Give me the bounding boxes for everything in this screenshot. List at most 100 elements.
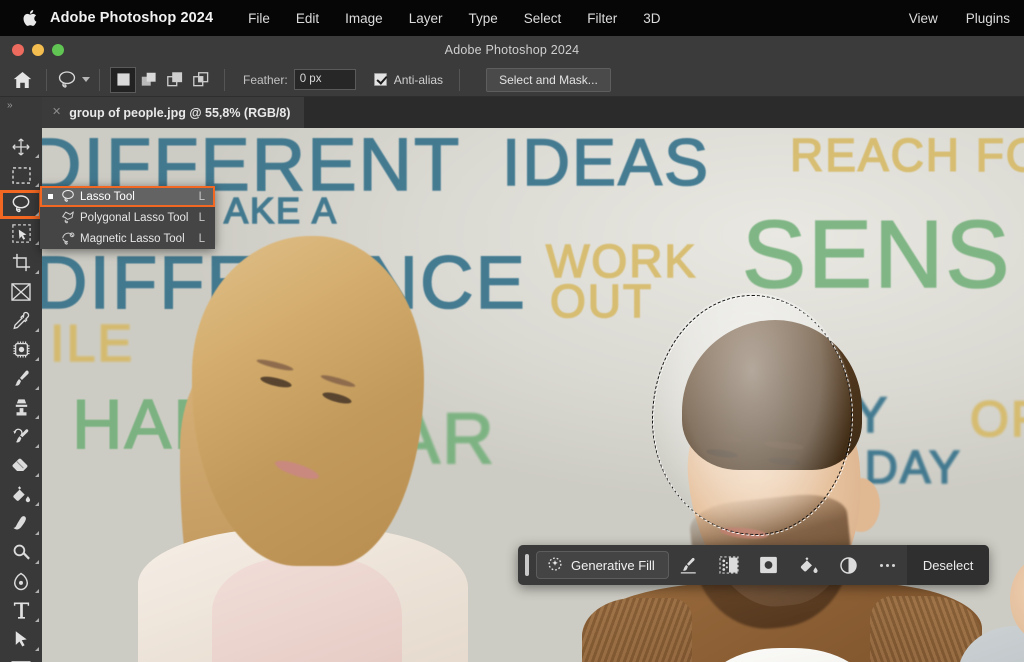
tool-flyout-indicator[interactable] (35, 440, 39, 448)
home-icon[interactable] (0, 71, 44, 89)
tool-flyout-indicator[interactable] (35, 179, 39, 187)
add-to-selection-button[interactable] (136, 67, 162, 93)
rectangle-tool[interactable] (0, 654, 42, 662)
active-tool-preset[interactable] (49, 67, 97, 93)
flyout-item-magnetic-lasso-tool[interactable]: Magnetic Lasso Tool L (40, 228, 215, 249)
feather-input[interactable]: 0 px (294, 69, 356, 90)
selection-mode-group (110, 67, 214, 93)
spot-healing-brush-tool[interactable] (0, 335, 42, 364)
history-brush-tool[interactable] (0, 422, 42, 451)
menu-view[interactable]: View (895, 11, 952, 26)
tool-flyout-indicator[interactable] (35, 643, 39, 651)
menu-plugins[interactable]: Plugins (952, 11, 1024, 26)
blur-tool[interactable] (0, 509, 42, 538)
generative-fill-label: Generative Fill (571, 558, 655, 573)
generative-fill-button[interactable]: Generative Fill (536, 551, 669, 579)
traffic-light-controls (12, 36, 64, 63)
tool-flyout-indicator[interactable] (35, 208, 39, 216)
wall-text-brilliant: ILE (50, 314, 134, 374)
pen-tool[interactable] (0, 567, 42, 596)
eraser-tool[interactable] (0, 451, 42, 480)
crop-tool[interactable] (0, 248, 42, 277)
tool-flyout-indicator[interactable] (35, 266, 39, 274)
menu-image[interactable]: Image (332, 11, 396, 26)
mac-app-name: Adobe Photoshop 2024 (50, 10, 213, 26)
tool-flyout-indicator[interactable] (35, 498, 39, 506)
menu-file[interactable]: File (235, 11, 283, 26)
flyout-item-polygonal-lasso-tool[interactable]: Polygonal Lasso Tool L (40, 207, 215, 228)
frame-tool[interactable] (0, 277, 42, 306)
tool-flyout-indicator[interactable] (35, 324, 39, 332)
options-divider (46, 69, 47, 91)
select-and-mask-button[interactable]: Select and Mask... (486, 68, 611, 92)
gradient-tool[interactable] (0, 480, 42, 509)
menu-filter[interactable]: Filter (574, 11, 630, 26)
flyout-item-lasso-tool[interactable]: Lasso Tool L (40, 186, 215, 207)
path-selection-tool[interactable] (0, 625, 42, 654)
lasso-tool[interactable] (0, 190, 42, 219)
object-selection-tool[interactable] (0, 219, 42, 248)
contextual-taskbar[interactable]: Generative Fill (518, 545, 989, 585)
menu-layer[interactable]: Layer (396, 11, 456, 26)
tool-flyout-indicator[interactable] (35, 411, 39, 419)
tool-flyout-indicator[interactable] (35, 150, 39, 158)
rectangular-marquee-tool[interactable] (0, 161, 42, 190)
dodge-tool[interactable] (0, 538, 42, 567)
menu-type[interactable]: Type (455, 11, 510, 26)
menu-edit[interactable]: Edit (283, 11, 332, 26)
tool-flyout-indicator[interactable] (35, 585, 39, 593)
apple-logo-icon[interactable] (14, 9, 44, 27)
magnetic-lasso-icon (56, 231, 80, 246)
tool-flyout-indicator[interactable] (35, 237, 39, 245)
fill-selection-icon[interactable] (789, 545, 829, 585)
taskbar-drag-handle[interactable] (525, 554, 529, 576)
mac-menu-right-items: View Plugins (895, 0, 1024, 36)
document-tab[interactable]: ✕ group of people.jpg @ 55,8% (RGB/8) (42, 97, 304, 128)
select-subject-brush-icon[interactable] (669, 545, 709, 585)
tool-flyout-indicator[interactable] (35, 614, 39, 622)
photoshop-window: Adobe Photoshop 2024 File Edit Image Lay… (0, 0, 1024, 662)
anti-alias-checkbox[interactable] (374, 73, 387, 86)
deselect-button[interactable]: Deselect (907, 545, 990, 585)
chevron-down-icon[interactable] (82, 77, 90, 82)
lasso-icon (56, 70, 78, 90)
menu-3d[interactable]: 3D (630, 11, 673, 26)
subtract-from-selection-button[interactable] (162, 67, 188, 93)
move-tool[interactable] (0, 132, 42, 161)
select-and-mask-icon[interactable] (709, 545, 749, 585)
woman-shirt (212, 558, 402, 662)
eyedropper-tool[interactable] (0, 306, 42, 335)
anti-alias-option[interactable]: Anti-alias (374, 73, 443, 87)
create-mask-icon[interactable] (749, 545, 789, 585)
clone-stamp-tool[interactable] (0, 393, 42, 422)
tool-flyout-indicator[interactable] (35, 469, 39, 477)
tool-flyout-indicator[interactable] (35, 382, 39, 390)
tool-flyout-indicator[interactable] (35, 353, 39, 361)
flyout-shortcut-lasso-tool: L (199, 191, 215, 203)
minimize-window-button[interactable] (32, 44, 44, 56)
marching-ants-selection[interactable] (652, 295, 852, 535)
intersect-with-selection-button[interactable] (188, 67, 214, 93)
lasso-tool-flyout-menu[interactable]: Lasso Tool L Polygonal Lasso Tool L (40, 186, 215, 249)
window-title-bar: Adobe Photoshop 2024 (0, 36, 1024, 63)
wall-text-of: OF (970, 390, 1024, 448)
adjustment-layer-icon[interactable] (829, 545, 869, 585)
panel-collapse-rail[interactable]: » (0, 97, 42, 128)
new-selection-button[interactable] (110, 67, 136, 93)
close-icon[interactable]: ✕ (52, 107, 61, 118)
maximize-window-button[interactable] (52, 44, 64, 56)
chevron-double-right-icon[interactable]: » (7, 100, 12, 111)
options-divider-4 (459, 69, 460, 91)
tool-flyout-indicator[interactable] (35, 527, 39, 535)
anti-alias-label: Anti-alias (394, 73, 443, 87)
wall-text-ideas: IDEAS (502, 128, 710, 200)
flyout-label-polygonal-lasso-tool: Polygonal Lasso Tool (80, 212, 199, 224)
brush-tool[interactable] (0, 364, 42, 393)
type-tool[interactable] (0, 596, 42, 625)
more-options-icon[interactable] (869, 545, 907, 585)
mac-menu-bar: Adobe Photoshop 2024 File Edit Image Lay… (0, 0, 1024, 36)
menu-select[interactable]: Select (511, 11, 575, 26)
selected-bullet-icon (44, 194, 56, 199)
tool-flyout-indicator[interactable] (35, 556, 39, 564)
close-window-button[interactable] (12, 44, 24, 56)
